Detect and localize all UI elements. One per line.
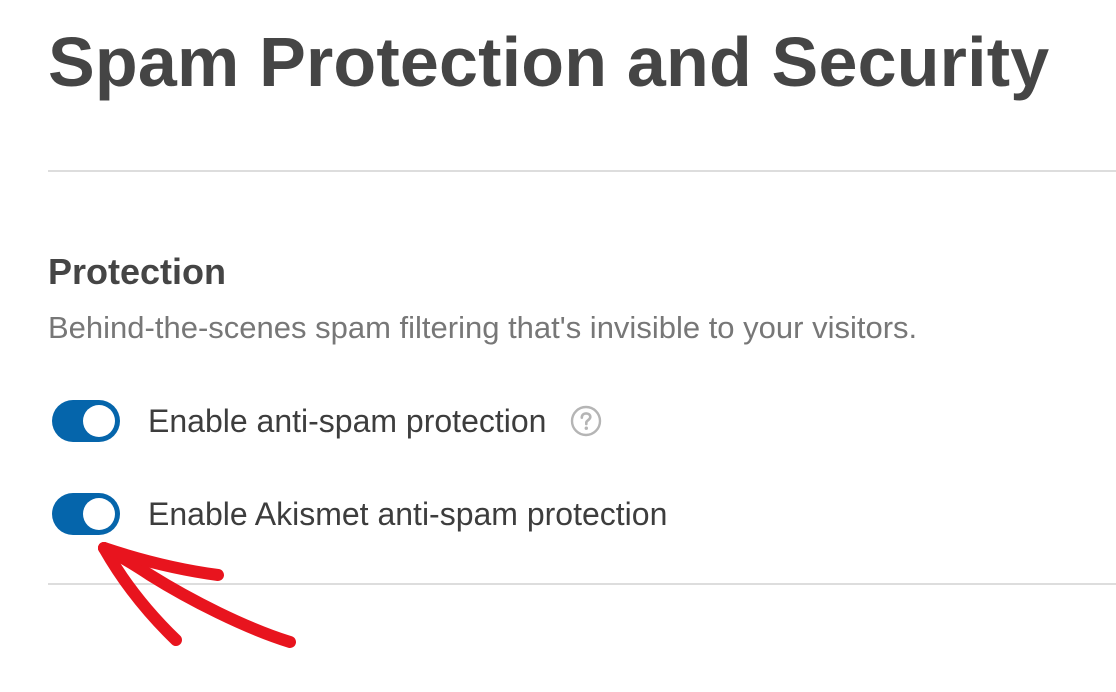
page-title: Spam Protection and Security [48,23,1050,101]
akismet-label: Enable Akismet anti-spam protection [148,496,668,532]
protection-description: Behind-the-scenes spam filtering that's … [48,310,918,345]
top-divider [48,170,1116,172]
anti-spam-setting-row: Enable anti-spam protection [52,399,602,443]
akismet-toggle[interactable] [52,493,120,535]
protection-heading: Protection [48,251,227,292]
toggle-knob [83,405,115,437]
question-circle-icon[interactable] [570,405,602,437]
bottom-divider [48,583,1116,585]
anti-spam-toggle[interactable] [52,400,120,442]
toggle-knob [83,498,115,530]
anti-spam-label: Enable anti-spam protection [148,403,547,439]
settings-page: Spam Protection and Security Protection … [0,0,1116,692]
akismet-setting-row: Enable Akismet anti-spam protection [52,492,667,536]
